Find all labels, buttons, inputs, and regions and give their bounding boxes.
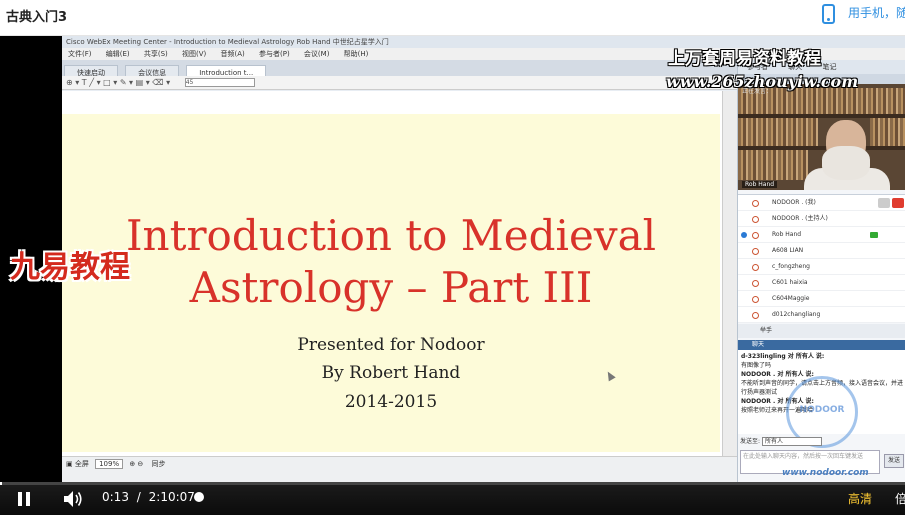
page-header: 古典入门3 用手机，随: [0, 0, 905, 36]
progress-fill: [0, 482, 2, 485]
slide-presented-for: Presented for Nodoor: [297, 335, 485, 355]
participant-list: NODOOR . (我) NODOOR . (主持人) Rob Hand A60…: [738, 194, 905, 323]
menu-item-meeting: 会议(M): [303, 50, 330, 58]
webex-tab-bar: 快速启动 会议信息 Introduction t...: [62, 60, 737, 79]
presentation-viewer: Introduction to Medieval Astrology – Par…: [62, 91, 737, 456]
user-icon: [752, 232, 759, 239]
slide-scrollbar: [722, 91, 737, 456]
speed-button[interactable]: 倍: [895, 490, 905, 507]
user-icon: [752, 264, 759, 271]
webex-right-panel: 参与者 聊天 笔记 正在发言： Rob Hand NODOOR . (我) NO…: [737, 60, 905, 482]
slide-title-line2: Astrology – Part III: [189, 263, 593, 312]
fullscreen-icon: ▣: [66, 460, 73, 468]
slide-title: Introduction to Medieval Astrology – Par…: [62, 210, 720, 314]
chat-sender: d-323lingling 对 所有人 说:: [741, 353, 825, 360]
sync-label: 同步: [151, 460, 166, 468]
menu-item-file: 文件(F): [68, 50, 92, 58]
raise-hand-bar: 举手: [738, 324, 905, 338]
zoom-level: 109%: [95, 459, 124, 469]
mute-icon: [892, 198, 904, 208]
participant-row: NODOOR . (主持人): [738, 211, 905, 227]
speaker-video: 正在发言： Rob Hand: [738, 84, 905, 190]
pointer-icon: ⊕ ▾ T ╱ ▾ □ ▾ ✎ ▾ ▤ ▾ ⌫ ▾: [66, 78, 171, 87]
video-player[interactable]: Cisco WebEx Meeting Center - Introductio…: [0, 36, 905, 482]
menu-item-share: 共享(S): [143, 50, 168, 58]
slide: Introduction to Medieval Astrology – Par…: [62, 114, 720, 452]
slide-title-line1: Introduction to Medieval: [125, 211, 657, 260]
pause-icon: [18, 492, 22, 506]
watermark-left: 九易教程: [10, 250, 130, 285]
user-icon: [752, 296, 759, 303]
send-to-label: 发送至:: [740, 438, 761, 445]
menu-item-edit: 编辑(E): [105, 50, 130, 58]
zoom-select: 45: [184, 78, 255, 87]
pause-button[interactable]: [14, 491, 34, 509]
volume-icon: [64, 491, 82, 507]
quality-button[interactable]: 高清: [848, 490, 872, 507]
participant-row: Rob Hand: [738, 227, 905, 243]
slide-years: 2014-2015: [344, 392, 438, 412]
menu-item-help: 帮助(H): [343, 50, 369, 58]
volume-button[interactable]: [62, 489, 84, 509]
current-time: 0:13: [102, 490, 129, 504]
menu-item-participant: 参与者(P): [259, 50, 290, 58]
phone-icon[interactable]: [822, 4, 835, 24]
video-name-label: Rob Hand: [742, 181, 778, 188]
watermark-bottom: www.nodoor.com: [782, 468, 869, 478]
send-to-row: 发送至: 所有人: [738, 436, 905, 448]
menu-item-audio: 音频(A): [220, 50, 245, 58]
webex-window: Cisco WebEx Meeting Center - Introductio…: [62, 36, 905, 482]
user-icon: [752, 216, 759, 223]
user-icon: [752, 312, 759, 319]
participant-row: d012changliang: [738, 307, 905, 323]
page-title: 古典入门3: [6, 10, 68, 25]
phone-watch-link[interactable]: 用手机，随: [848, 4, 905, 21]
fullscreen-label: 全屏: [74, 460, 89, 468]
time-display: 0:13 / 2:10:07: [102, 490, 195, 504]
participant-row: NODOOR . (我): [738, 195, 905, 211]
annotation-toolbar: ⊕ ▾ T ╱ ▾ □ ▾ ✎ ▾ ▤ ▾ ⌫ ▾ 45: [62, 76, 737, 90]
camera-icon: [870, 232, 878, 238]
player-controls: 0:13 / 2:10:07 高清 倍: [0, 482, 905, 515]
progress-bar[interactable]: [0, 482, 905, 485]
seek-handle[interactable]: [194, 492, 204, 502]
user-icon: [752, 200, 759, 207]
chat-send-button: 发送: [884, 454, 904, 468]
user-icon: [752, 280, 759, 287]
chat-header: 聊天: [738, 340, 905, 350]
watermark-url: www.265zhouyiw.com: [666, 72, 859, 91]
participant-row: A608 LIAN: [738, 243, 905, 259]
user-icon: [752, 248, 759, 255]
webex-status-bar: ▣ 全屏 109% ⊕ ⊖ 同步: [62, 456, 737, 482]
send-to-select: 所有人: [761, 437, 822, 446]
presenter-ball-icon: [741, 232, 747, 238]
slide-author: By Robert Hand: [321, 363, 461, 383]
watermark-top: 上万套周易资料教程: [668, 49, 821, 69]
participant-row: c_fongzheng: [738, 259, 905, 275]
chat-message: 有图像了吗: [741, 362, 772, 369]
participant-row: C604Maggie: [738, 291, 905, 307]
menu-item-view: 视图(V): [182, 50, 207, 58]
raise-hand-label: 举手: [760, 327, 773, 334]
participant-row: C601 haixia: [738, 275, 905, 291]
video-toggle-icon: [878, 198, 890, 208]
duration: 2:10:07: [148, 490, 195, 504]
zoom-in-icon: ⊕ ⊖: [129, 460, 144, 468]
